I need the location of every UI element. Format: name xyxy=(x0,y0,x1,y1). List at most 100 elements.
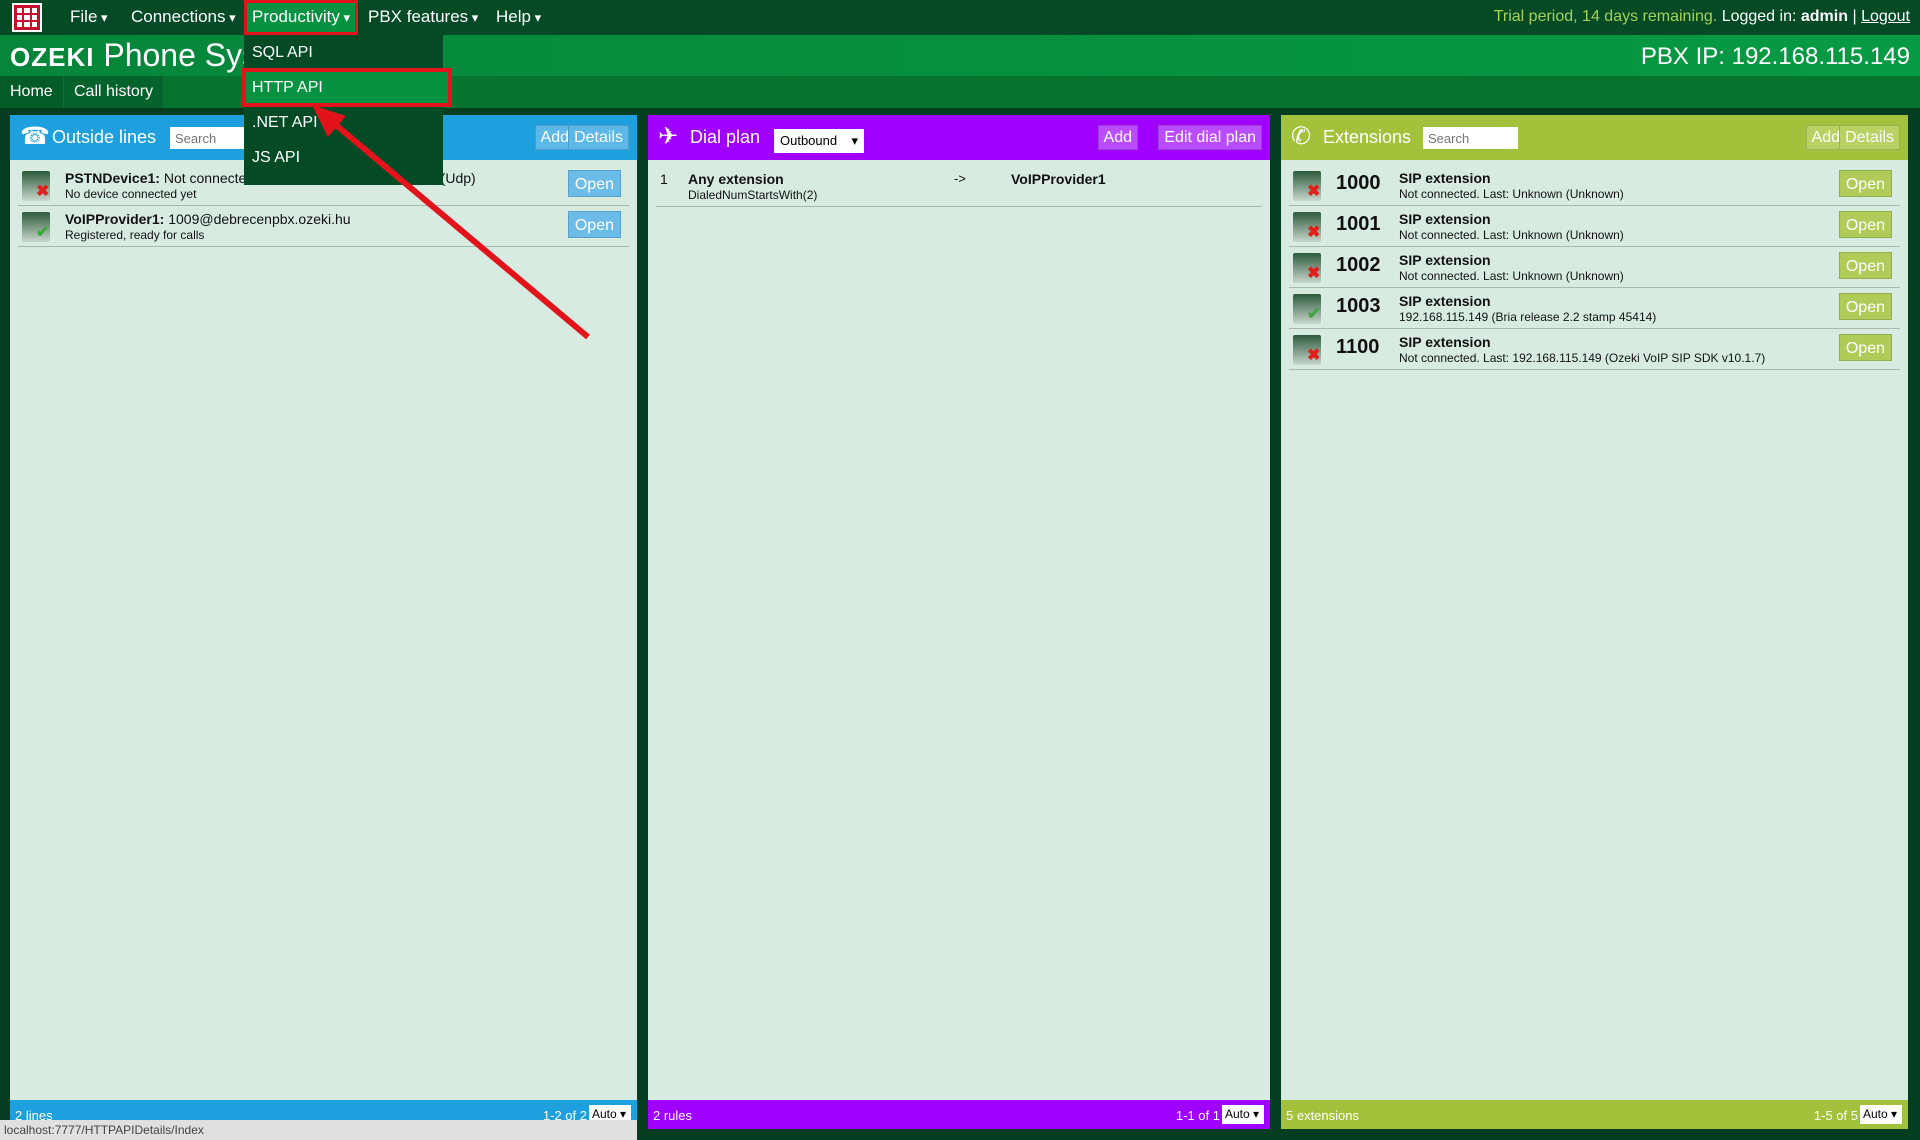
ok-status-icon: ✔ xyxy=(1307,306,1321,323)
panel-header: ✈ Dial plan Outbound ▾ Add Edit dial pla… xyxy=(648,115,1270,160)
browser-status-url: localhost:7777/HTTPAPIDetails/Index xyxy=(0,1120,637,1140)
logged-in-label: Logged in: xyxy=(1721,8,1797,25)
open-button[interactable]: Open xyxy=(567,211,621,238)
pagination: 1-1 of 1 xyxy=(1175,1108,1220,1123)
menu-file[interactable]: File xyxy=(62,0,116,35)
rule-source: Any extension xyxy=(688,171,784,187)
line-desc: Not connecte xyxy=(163,170,247,186)
error-status-icon: ✖ xyxy=(1307,224,1321,241)
extension-count: 5 extensions xyxy=(1286,1108,1359,1123)
extension-type: SIP extension xyxy=(1399,334,1491,350)
menu-help[interactable]: Help xyxy=(488,0,549,35)
pbx-ip: PBX IP: 192.168.115.149 xyxy=(1640,43,1910,70)
panel-title: Extensions xyxy=(1323,127,1412,147)
line-title: VoIPProvider1: 1009@debrecenpbx.ozeki.hu xyxy=(65,211,351,227)
rule-arrow: -> xyxy=(954,171,966,186)
brand-text: Phone Sys xyxy=(103,37,259,73)
username: admin xyxy=(1800,8,1848,25)
edit-dial-plan-button[interactable]: Edit dial plan xyxy=(1158,125,1262,150)
rule-condition: DialedNumStartsWith(2) xyxy=(688,188,818,202)
extension-row: ✔ 1003 SIP extension 192.168.115.149 (Br… xyxy=(1289,288,1900,329)
extension-type: SIP extension xyxy=(1399,170,1491,186)
outside-line-icon: ☎ xyxy=(20,123,50,150)
page-size-select[interactable]: Auto ▾ xyxy=(1222,1105,1264,1124)
list-item: ✔ VoIPProvider1: 1009@debrecenpbx.ozeki.… xyxy=(18,206,629,247)
extension-status: Not connected. Last: Unknown (Unknown) xyxy=(1399,269,1624,283)
open-button[interactable]: Open xyxy=(567,170,621,197)
menu-connections[interactable]: Connections xyxy=(123,0,244,35)
extension-number: 1003 xyxy=(1336,295,1381,317)
extension-number: 1000 xyxy=(1336,172,1381,194)
error-status-icon: ✖ xyxy=(1307,183,1321,200)
direction-select[interactable]: Outbound ▾ xyxy=(774,129,864,153)
error-status-icon: ✖ xyxy=(36,183,50,200)
line-title: PSTNDevice1: Not connecte 1 (Udp) xyxy=(65,170,476,186)
rule-target: VoIPProvider1 xyxy=(1011,171,1106,187)
extension-status: Not connected. Last: 192.168.115.149 (Oz… xyxy=(1399,351,1766,365)
pagination: 1-5 of 5 xyxy=(1813,1108,1858,1123)
line-desc: 1009@debrecenpbx.ozeki.hu xyxy=(168,211,351,227)
extension-row: ✖ 1000 SIP extension Not connected. Last… xyxy=(1289,165,1900,206)
direction-value: Outbound xyxy=(780,133,838,148)
rule-count: 2 rules xyxy=(653,1108,693,1123)
menu-item-js-api[interactable]: JS API xyxy=(244,140,443,175)
tab-home[interactable]: Home xyxy=(0,76,63,108)
extension-status: Not connected. Last: Unknown (Unknown) xyxy=(1399,187,1624,201)
logout-link[interactable]: Logout xyxy=(1861,8,1910,25)
extension-type: SIP extension xyxy=(1399,252,1491,268)
page-size-value: Auto xyxy=(1863,1107,1888,1121)
session-info: Trial period, 14 days remaining. Logged … xyxy=(1494,0,1910,34)
line-name: PSTNDevice1: xyxy=(65,170,160,186)
menu-pbx-features[interactable]: PBX features xyxy=(360,0,486,35)
panel-footer: 2 rules 1-1 of 1 Auto ▾ xyxy=(648,1100,1270,1129)
extension-type: SIP extension xyxy=(1399,293,1491,309)
open-button[interactable]: Open xyxy=(1838,293,1892,320)
extension-row: ✖ 1001 SIP extension Not connected. Last… xyxy=(1289,206,1900,247)
extensions-search-input[interactable] xyxy=(1423,127,1518,149)
panel-title: Outside lines xyxy=(52,127,157,147)
extension-number: 1100 xyxy=(1336,336,1380,358)
page-size-select[interactable]: Auto ▾ xyxy=(1860,1105,1902,1124)
line-status: Registered, ready for calls xyxy=(65,228,205,242)
extension-number: 1002 xyxy=(1336,254,1381,276)
extension-row: ✖ 1100 SIP extension Not connected. Last… xyxy=(1289,329,1900,370)
details-button[interactable]: Details xyxy=(568,125,629,150)
dial-plan-panel: ✈ Dial plan Outbound ▾ Add Edit dial pla… xyxy=(648,115,1270,1129)
rule-index: 1 xyxy=(660,171,668,187)
add-button[interactable]: Add xyxy=(1097,125,1138,150)
tab-call-history[interactable]: Call history xyxy=(64,76,164,108)
menu-item-sql-api[interactable]: SQL API xyxy=(244,35,443,70)
ozeki-logo-icon[interactable] xyxy=(12,3,42,32)
app-title: OZEKI Phone Sys xyxy=(10,37,258,74)
dragonfly-icon: ✈ xyxy=(658,123,679,150)
line-status: No device connected yet xyxy=(65,187,197,201)
open-button[interactable]: Open xyxy=(1838,211,1892,238)
panel-title: Dial plan xyxy=(690,127,761,147)
outside-lines-panel: ☎ Outside lines Add Details ✖ PSTNDevice… xyxy=(10,115,637,1129)
trial-notice: Trial period, 14 days remaining. xyxy=(1493,8,1718,25)
open-button[interactable]: Open xyxy=(1838,334,1892,361)
extension-row: ✖ 1002 SIP extension Not connected. Last… xyxy=(1289,247,1900,288)
open-button[interactable]: Open xyxy=(1838,170,1892,197)
open-button[interactable]: Open xyxy=(1838,252,1892,279)
menu-productivity[interactable]: Productivity xyxy=(244,0,359,35)
page-size-value: Auto xyxy=(1225,1107,1250,1121)
panel-header: ✆ Extensions Add Details xyxy=(1281,115,1908,160)
line-name: VoIPProvider1: xyxy=(65,211,165,227)
menu-item-http-api[interactable]: HTTP API xyxy=(242,68,452,107)
panel-footer: 5 extensions 1-5 of 5 Auto ▾ xyxy=(1281,1100,1908,1129)
extensions-panel: ✆ Extensions Add Details ✖ 1000 SIP exte… xyxy=(1281,115,1908,1129)
separator: | xyxy=(1852,8,1857,25)
top-menu-bar: File Connections Productivity PBX featur… xyxy=(0,0,1920,35)
extension-number: 1001 xyxy=(1336,213,1381,235)
productivity-dropdown: SQL API HTTP API .NET API JS API xyxy=(242,35,452,185)
phone-icon: ✆ xyxy=(1291,123,1312,150)
extension-type: SIP extension xyxy=(1399,211,1491,227)
ok-status-icon: ✔ xyxy=(36,224,50,241)
details-button[interactable]: Details xyxy=(1839,125,1900,150)
brand-logo: OZEKI xyxy=(10,42,95,72)
dial-rule-row[interactable]: 1 Any extension DialedNumStartsWith(2) -… xyxy=(656,166,1262,207)
menu-item-net-api[interactable]: .NET API xyxy=(244,105,443,140)
extension-status: 192.168.115.149 (Bria release 2.2 stamp … xyxy=(1399,310,1657,324)
error-status-icon: ✖ xyxy=(1307,265,1321,282)
